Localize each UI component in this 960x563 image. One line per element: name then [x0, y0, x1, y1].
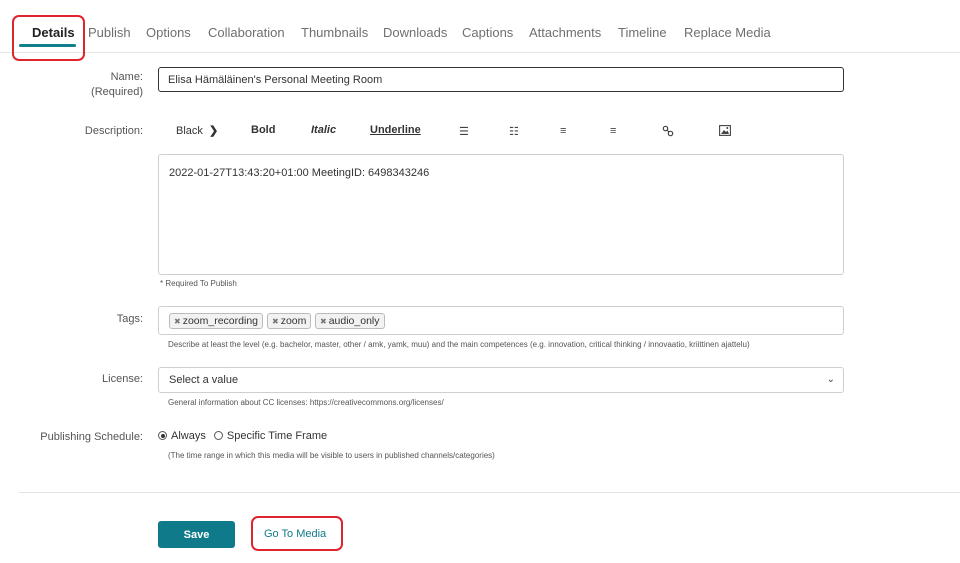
image-icon[interactable] [719, 125, 731, 139]
schedule-options: Always Specific Time Frame [158, 430, 327, 442]
italic-button[interactable]: Italic [311, 124, 336, 136]
tab-options[interactable]: Options [146, 25, 191, 40]
divider [19, 492, 960, 493]
tag-label: audio_only [328, 315, 380, 327]
tab-publish[interactable]: Publish [88, 25, 131, 40]
link-icon[interactable] [662, 125, 674, 140]
tab-bar: Details Publish Options Collaboration Th… [0, 0, 960, 53]
radio-specific-time-frame[interactable] [213, 431, 223, 440]
schedule-help: (The time range in which this media will… [168, 451, 495, 460]
tab-attachments[interactable]: Attachments [529, 25, 601, 40]
tag-label: zoom_recording [182, 315, 258, 327]
radio-specific-label[interactable]: Specific Time Frame [227, 430, 327, 442]
underline-button[interactable]: Underline [370, 124, 421, 136]
tag-chip[interactable]: ✖ zoom [267, 313, 312, 329]
tag-label: zoom [280, 315, 307, 327]
license-selected-value: Select a value [169, 374, 239, 386]
name-required-text: (Required) [91, 86, 143, 98]
numbered-list-icon[interactable]: ☷ [509, 125, 519, 138]
tags-input[interactable]: ✖ zoom_recording ✖ zoom ✖ audio_only [158, 306, 844, 335]
license-select[interactable]: Select a value ⌄ [158, 367, 844, 393]
description-text: 2022-01-27T13:43:20+01:00 MeetingID: 649… [169, 167, 430, 179]
description-label: Description: [84, 125, 143, 137]
chevron-down-icon: ❯ [209, 125, 219, 137]
tab-collaboration[interactable]: Collaboration [208, 25, 285, 40]
outdent-icon[interactable]: ≡ [560, 125, 566, 137]
tab-timeline[interactable]: Timeline [618, 25, 667, 40]
details-tab-highlight [12, 15, 85, 61]
text-color-value: Black [176, 125, 203, 137]
name-label-text: Name: [110, 71, 143, 83]
radio-always-label[interactable]: Always [171, 430, 206, 442]
go-to-media-highlight [251, 516, 343, 551]
license-help: General information about CC licenses: h… [168, 398, 444, 407]
tags-help: Describe at least the level (e.g. bachel… [168, 340, 750, 349]
remove-tag-icon[interactable]: ✖ [320, 317, 327, 326]
indent-icon[interactable]: ≡ [610, 125, 616, 137]
text-color-select[interactable]: Black ❯ [176, 124, 218, 137]
name-label: Name: (Required) [91, 70, 143, 100]
tab-downloads[interactable]: Downloads [383, 25, 447, 40]
save-button[interactable]: Save [158, 521, 235, 548]
name-input[interactable] [158, 67, 844, 92]
tag-chip[interactable]: ✖ audio_only [315, 313, 385, 329]
radio-always[interactable] [158, 431, 167, 440]
tags-label: Tags: [116, 313, 143, 325]
tag-chip[interactable]: ✖ zoom_recording [169, 313, 263, 329]
description-editor[interactable]: 2022-01-27T13:43:20+01:00 MeetingID: 649… [158, 154, 844, 275]
required-note: * Required To Publish [160, 279, 237, 288]
tab-captions[interactable]: Captions [462, 25, 513, 40]
tab-replace-media[interactable]: Replace Media [684, 25, 771, 40]
tab-thumbnails[interactable]: Thumbnails [301, 25, 368, 40]
schedule-label: Publishing Schedule: [40, 431, 143, 443]
remove-tag-icon[interactable]: ✖ [174, 317, 181, 326]
bold-button[interactable]: Bold [251, 124, 275, 136]
license-label: License: [102, 373, 143, 385]
chevron-down-icon: ⌄ [826, 374, 835, 385]
bullet-list-icon[interactable]: ☰ [459, 125, 469, 138]
remove-tag-icon[interactable]: ✖ [272, 317, 279, 326]
